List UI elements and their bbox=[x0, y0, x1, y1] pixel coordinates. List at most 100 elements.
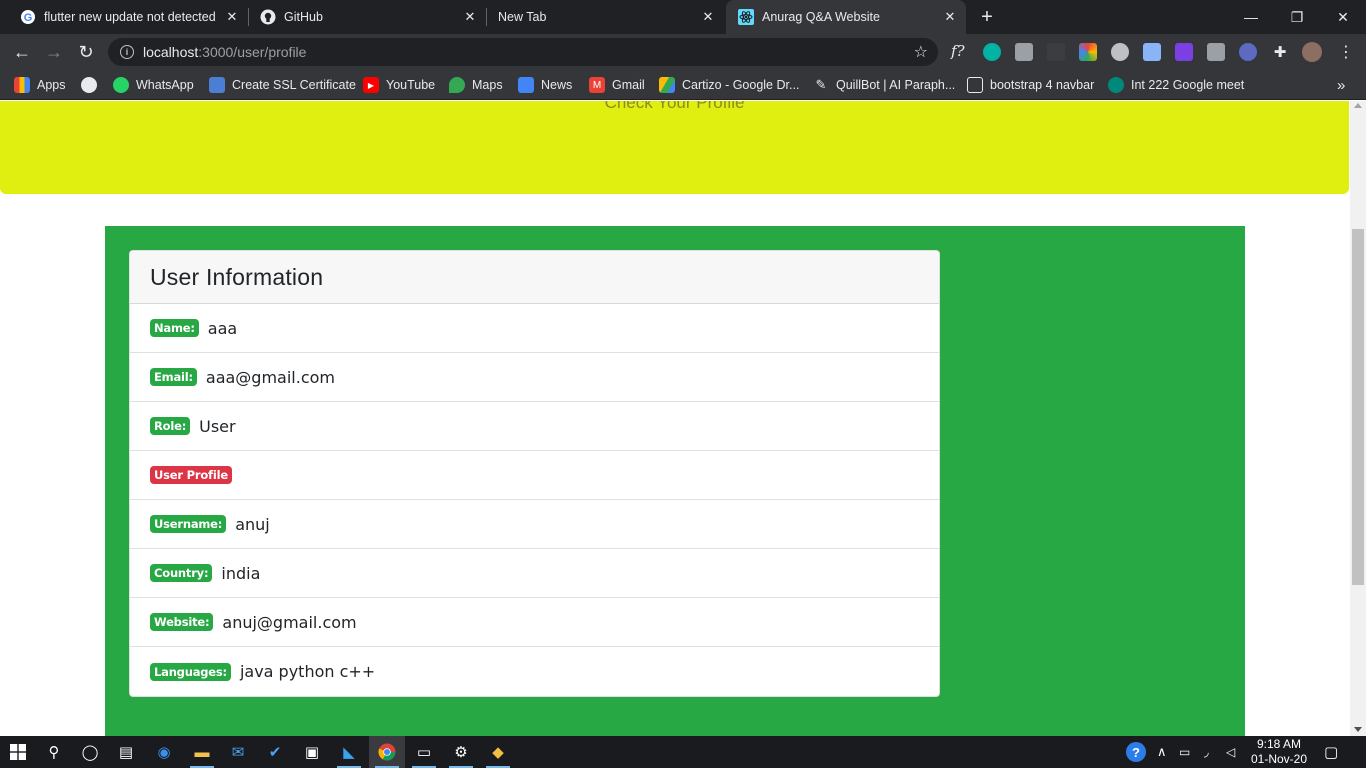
taskbar-clock[interactable]: 9:18 AM 01-Nov-20 bbox=[1246, 737, 1312, 767]
info-row: User Profile bbox=[130, 451, 939, 500]
color-extension-icon[interactable] bbox=[1079, 43, 1097, 61]
bookmark-apps[interactable]: Apps bbox=[14, 76, 66, 94]
m-extension-icon[interactable] bbox=[983, 43, 1001, 61]
field-badge: User Profile bbox=[150, 466, 232, 484]
wifi-icon[interactable]: ◞ bbox=[1204, 736, 1209, 768]
task-view-icon[interactable]: ▤ bbox=[108, 736, 144, 768]
bookmark-youtube[interactable]: ▶ YouTube bbox=[363, 76, 435, 94]
bookmarks-overflow-button[interactable]: » bbox=[1337, 76, 1345, 94]
tab-new-tab[interactable]: New Tab ✕ bbox=[486, 0, 724, 34]
user-info-card: User Information Name: aaa Email: aaa@gmail… bbox=[129, 250, 940, 697]
mail-icon[interactable]: ✉ bbox=[220, 736, 256, 768]
field-value: java python c++ bbox=[239, 662, 376, 681]
menu-dots-icon[interactable]: ⋮ bbox=[1334, 40, 1358, 64]
scroll-up-arrow-icon[interactable] bbox=[1354, 103, 1362, 108]
forward-arrow-icon[interactable]: → bbox=[42, 40, 66, 64]
new-tab-button[interactable]: + bbox=[976, 6, 998, 28]
show-hidden-icons-chevron-icon[interactable]: ∧ bbox=[1157, 736, 1167, 768]
field-value: User bbox=[199, 416, 236, 436]
info-row: Languages: java python c++ bbox=[130, 647, 939, 696]
tab-title: Anurag Q&A Website bbox=[762, 10, 880, 24]
tab-close-icon[interactable]: ✕ bbox=[942, 9, 958, 25]
address-bar[interactable]: i localhost:3000/user/profile ☆ bbox=[108, 38, 938, 66]
edge-icon[interactable]: ◉ bbox=[146, 736, 182, 768]
f-extension-icon[interactable] bbox=[1015, 43, 1033, 61]
bookmark-label: QuillBot | AI Paraph... bbox=[836, 78, 956, 92]
bookmark-whatsapp[interactable]: WhatsApp bbox=[113, 76, 194, 94]
info-row: Role: User bbox=[130, 402, 939, 451]
bookmark-globe[interactable] bbox=[81, 76, 104, 94]
tab-title: flutter new update not detected bbox=[44, 10, 216, 24]
info-list: Name: aaa Email: aaa@gmail.com Role: User User… bbox=[130, 304, 939, 696]
gauge-extension-icon[interactable] bbox=[1111, 43, 1129, 61]
terminal-icon[interactable]: ▭ bbox=[406, 736, 442, 768]
info-row: Username: anuj bbox=[130, 500, 939, 549]
minimize-button[interactable]: — bbox=[1228, 0, 1274, 34]
tab-github[interactable]: GitHub ✕ bbox=[248, 0, 486, 34]
info-row: Name: aaa bbox=[130, 304, 939, 353]
bookmark-quillbot[interactable]: ✎ QuillBot | AI Paraph... bbox=[813, 76, 956, 94]
restore-button[interactable]: ❐ bbox=[1274, 0, 1320, 34]
tab-close-icon[interactable]: ✕ bbox=[462, 9, 478, 25]
extensions-puzzle-icon[interactable]: ✚ bbox=[1271, 43, 1289, 61]
cortana-icon[interactable]: ◯ bbox=[72, 736, 108, 768]
info-row: Website: anuj@gmail.com bbox=[130, 598, 939, 647]
info-icon[interactable]: i bbox=[120, 45, 134, 59]
battery-icon[interactable]: ▭ bbox=[1179, 736, 1190, 768]
info-row: Email: aaa@gmail.com bbox=[130, 353, 939, 402]
notifications-icon[interactable]: ▢ bbox=[1324, 736, 1338, 768]
todo-icon[interactable]: ✔ bbox=[257, 736, 293, 768]
bookmark-label: YouTube bbox=[386, 78, 436, 92]
volume-icon[interactable]: ◁ bbox=[1226, 736, 1235, 768]
scroll-thumb[interactable] bbox=[1352, 229, 1364, 585]
tab-flutter[interactable]: G flutter new update not detected ✕ bbox=[8, 0, 248, 34]
windows-start-icon[interactable] bbox=[0, 736, 36, 768]
clock-time: 9:18 AM bbox=[1256, 737, 1302, 751]
bookmarks-bar: Apps WhatsApp Create SSL Certificate ▶ Y… bbox=[0, 70, 1366, 100]
tab-title: New Tab bbox=[498, 10, 547, 24]
quill-icon: ✎ bbox=[815, 77, 827, 92]
bookmark-star-icon[interactable]: ☆ bbox=[914, 42, 928, 62]
bookmark-news[interactable]: News bbox=[518, 76, 572, 94]
help-icon[interactable]: ? bbox=[1126, 736, 1146, 768]
search-icon[interactable]: ⚲ bbox=[36, 736, 72, 768]
bookmark-ssl[interactable]: Create SSL Certificate bbox=[209, 76, 356, 94]
react-icon bbox=[738, 9, 754, 25]
file-explorer-icon[interactable]: ▬ bbox=[184, 736, 220, 768]
bookmark-label: WhatsApp bbox=[136, 78, 194, 92]
chrome-icon[interactable] bbox=[369, 736, 405, 768]
pi-extension-icon[interactable] bbox=[1143, 43, 1161, 61]
url-host: localhost bbox=[143, 44, 199, 60]
git-icon[interactable]: ◆ bbox=[480, 736, 516, 768]
bookmark-gmail[interactable]: M Gmail bbox=[589, 76, 645, 94]
bookmark-bootstrap[interactable]: bootstrap 4 navbar bbox=[967, 76, 1094, 94]
svg-text:G: G bbox=[24, 12, 33, 24]
settings-gear-icon[interactable]: ⚙ bbox=[443, 736, 479, 768]
browser-toolbar: ← → ↻ i localhost:3000/user/profile ☆ f?… bbox=[0, 34, 1366, 70]
reload-icon[interactable]: ↻ bbox=[74, 40, 98, 64]
bookmark-maps[interactable]: Maps bbox=[449, 76, 503, 94]
profile-avatar[interactable] bbox=[1302, 42, 1322, 62]
bookmark-meet[interactable]: Int 222 Google meet bbox=[1108, 76, 1244, 94]
close-window-button[interactable]: ✕ bbox=[1320, 0, 1366, 34]
tab-close-icon[interactable]: ✕ bbox=[224, 9, 240, 25]
back-arrow-icon[interactable]: ← bbox=[10, 40, 34, 64]
youtube-icon: ▶ bbox=[363, 77, 379, 93]
field-badge: Country: bbox=[150, 564, 213, 582]
bookmark-cartizo[interactable]: Cartizo - Google Dr... bbox=[659, 76, 799, 94]
blank-extension-icon[interactable] bbox=[1047, 43, 1065, 61]
shield-extension-icon[interactable] bbox=[1207, 43, 1225, 61]
page-scrollbar[interactable] bbox=[1350, 101, 1366, 736]
store-icon[interactable]: ▣ bbox=[294, 736, 330, 768]
field-badge: Email: bbox=[150, 368, 197, 386]
formula-extension-icon[interactable]: f? bbox=[951, 42, 965, 60]
field-value: anuj@gmail.com bbox=[222, 612, 357, 632]
vscode-icon[interactable]: ◣ bbox=[331, 736, 367, 768]
scroll-down-arrow-icon[interactable] bbox=[1354, 727, 1362, 732]
sun-extension-icon[interactable] bbox=[1239, 43, 1257, 61]
tab-close-icon[interactable]: ✕ bbox=[700, 9, 716, 25]
bookmark-label: Gmail bbox=[612, 78, 645, 92]
apps-grid-icon bbox=[14, 77, 30, 93]
purple-extension-icon[interactable] bbox=[1175, 43, 1193, 61]
tab-anurag-qa[interactable]: Anurag Q&A Website ✕ bbox=[726, 0, 966, 34]
